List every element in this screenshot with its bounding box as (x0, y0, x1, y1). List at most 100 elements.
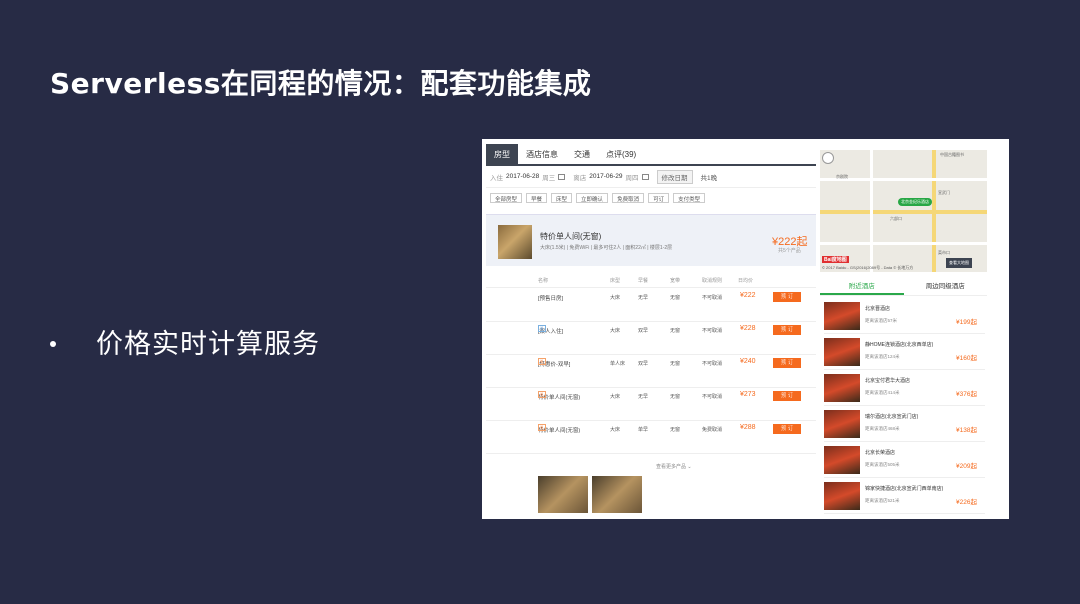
hotel-name: 静HOME连锁酒店(北京西单店) (865, 342, 934, 348)
map-label: 菜市口 (938, 250, 950, 255)
rate-net: 无窗 (670, 361, 681, 367)
col-name: 名称 (538, 278, 549, 284)
baidu-map-logo: Bai度地图 (822, 256, 849, 263)
hotel-distance: 距离该酒店521米 (865, 498, 900, 503)
hotel-thumbnail (824, 374, 860, 402)
bullet-dot (50, 340, 56, 347)
map-label: 中国古籍图书 (940, 152, 964, 157)
filter-all-rooms[interactable]: 全部房型 (490, 193, 523, 203)
room-thumbnail[interactable] (498, 225, 532, 259)
filter-bar: 全部房型 早餐 床型 立即确认 免费取消 可订 支付类型 (486, 188, 816, 208)
rate-row: [双人入住] 礼 大床 双早 无窗 不可取消 ¥228 预 订 在线付 (486, 322, 816, 355)
col-bed: 床型 (610, 278, 621, 284)
side-pane: 中国古籍图书 京剧院 六部口 宣武门 菜市口 北京金纪乐酒店 Bai度地图 © … (820, 150, 987, 515)
tab-nearby-hotels[interactable]: 附近酒店 (820, 280, 904, 295)
checkin-label: 入住 (490, 174, 503, 182)
map-copyright: © 2017 Baidu - GS(2016)2089号 - Data © 长地… (822, 265, 914, 270)
rate-breakfast: 双早 (638, 328, 649, 334)
slide-title: Serverless在同程的情况：配套功能集成 (50, 67, 592, 100)
pay-type: 在线付 (773, 325, 801, 333)
col-net: 宽带 (670, 278, 681, 284)
rate-net: 无窗 (670, 295, 681, 301)
hotel-name: 锦家快捷酒店(北京宣武门西单南店) (865, 486, 944, 492)
rate-bed: 大床 (610, 427, 621, 433)
nearby-hotel-item[interactable]: 北京宝付君华大酒店 距离该酒店414米 ¥376起 (824, 371, 985, 406)
map-nav-control[interactable] (822, 152, 834, 164)
hotel-map-pin[interactable]: 北京金纪乐酒店 (898, 198, 932, 206)
hotel-price: ¥226起 (956, 499, 977, 506)
rate-row: [特惠价-双早] 礼 单人床 双早 无窗 不可取消 ¥240 预 订 在线付 (486, 355, 816, 388)
hotel-thumbnail (824, 338, 860, 366)
pay-type: 到店付 (773, 424, 801, 432)
checkin-date: 2017-06-28 (506, 173, 540, 180)
calendar-icon (558, 173, 566, 180)
map-label: 京剧院 (836, 174, 848, 179)
tab-reviews[interactable]: 点评(39) (598, 144, 644, 164)
hotel-name: 北京长荣酒店 (865, 450, 896, 456)
checkin-day: 周三 (542, 174, 556, 182)
filter-free-cancel[interactable]: 免费取消 (612, 193, 645, 203)
date-bar: 入住 2017-06-28 周三 离店 2017-06-29 周四 修改日期 共… (486, 166, 816, 188)
gift-tag: 礼 (538, 325, 546, 332)
pay-type: 在线付 (773, 358, 801, 366)
view-large-map-button[interactable]: 查看大地图 (946, 258, 972, 268)
tab-room-type[interactable]: 房型 (486, 144, 518, 164)
rate-table-header: 名称 床型 早餐 宽带 取消规则 日均价 (486, 274, 816, 288)
bullet-text: 价格实时计算服务 (96, 329, 320, 360)
rate-row: 特价单人间(无窗) 礼 大床 单早 无窗 免费取消 ¥288 预 订 到店付 (486, 421, 816, 454)
room-desc: 大床(1.5米) | 免费WiFi | 最多可住2人 | 面积22㎡ | 楼层1… (540, 245, 673, 251)
nearby-hotel-item[interactable]: 北京晋酒店 距离该酒店57米 ¥199起 (824, 299, 985, 334)
calendar-icon (641, 173, 649, 180)
rate-bed: 单人床 (610, 361, 626, 367)
rate-breakfast: 单早 (638, 427, 649, 433)
rate-price: ¥288 (740, 424, 756, 431)
checkin-field[interactable]: 入住 2017-06-28 周三 (490, 172, 566, 182)
more-products-link[interactable]: 查看更多产品 ⌄ (656, 463, 692, 470)
hotel-thumbnail (824, 446, 860, 474)
room-photo[interactable] (592, 476, 642, 513)
hotel-distance: 距离该酒店505米 (865, 462, 900, 467)
hotel-tabs: 房型 酒店信息 交通 点评(39) (486, 144, 816, 166)
hotel-price: ¥138起 (956, 427, 977, 434)
change-date-button[interactable]: 修改日期 (656, 169, 693, 184)
rate-cancel: 不可取消 (702, 361, 723, 367)
rate-breakfast: 无早 (638, 295, 649, 301)
tab-hotel-info[interactable]: 酒店信息 (518, 144, 566, 164)
checkout-day: 周四 (625, 174, 639, 182)
filter-instant-confirm[interactable]: 立即确认 (576, 193, 609, 203)
rate-cancel: 免费取消 (702, 427, 723, 433)
hotel-distance: 距离该酒店124米 (865, 354, 900, 359)
rate-breakfast: 无早 (638, 394, 649, 400)
room-photo[interactable] (538, 476, 588, 513)
rate-row: 特价单人间(无窗) 礼 大床 无早 无窗 不可取消 ¥273 预 订 到店付 (486, 388, 816, 421)
map[interactable]: 中国古籍图书 京剧院 六部口 宣武门 菜市口 北京金纪乐酒店 Bai度地图 © … (820, 150, 987, 272)
filter-payment[interactable]: 支付类型 (673, 193, 706, 203)
rate-row: [预售日房] 大床 无早 无窗 不可取消 ¥222 预 订 在线付 (486, 289, 816, 322)
room-name: 特价单人间(无窗) (540, 232, 602, 241)
nearby-hotel-item[interactable]: 瑞尔酒店(北京宣武门店) 距离该酒店468米 ¥138起 (824, 407, 985, 442)
map-label: 六部口 (890, 216, 902, 221)
room-card[interactable]: 特价单人间(无窗) 大床(1.5米) | 免费WiFi | 最多可住2人 | 面… (486, 214, 816, 266)
rate-name: [预售日房] (538, 296, 564, 302)
rate-bed: 大床 (610, 328, 621, 334)
pay-type: 到店付 (773, 391, 801, 399)
tab-similar-hotels[interactable]: 周边同级酒店 (904, 280, 988, 295)
col-price: 日均价 (738, 278, 754, 284)
checkout-field[interactable]: 离店 2017-06-29 周四 (573, 172, 649, 182)
nearby-hotel-item[interactable]: 锦家快捷酒店(北京宣武门西单南店) 距离该酒店521米 ¥226起 (824, 479, 985, 514)
room-product-count: 共5个产品 (778, 248, 801, 254)
col-cancel: 取消规则 (702, 278, 723, 284)
hotel-price: ¥199起 (956, 319, 977, 326)
checkout-date: 2017-06-29 (589, 173, 623, 180)
filter-breakfast[interactable]: 早餐 (526, 193, 548, 203)
map-label: 宣武门 (938, 190, 950, 195)
hotel-distance: 距离该酒店57米 (865, 318, 898, 323)
filter-bed-type[interactable]: 床型 (551, 193, 573, 203)
nearby-hotel-item[interactable]: 静HOME连锁酒店(北京西单店) 距离该酒店124米 ¥160起 (824, 335, 985, 370)
rate-breakfast: 双早 (638, 361, 649, 367)
tab-traffic[interactable]: 交通 (566, 144, 598, 164)
hotel-price: ¥376起 (956, 391, 977, 398)
filter-bookable[interactable]: 可订 (648, 193, 670, 203)
nearby-hotel-item[interactable]: 北京长荣酒店 距离该酒店505米 ¥209起 (824, 443, 985, 478)
checkout-label: 离店 (573, 174, 587, 182)
